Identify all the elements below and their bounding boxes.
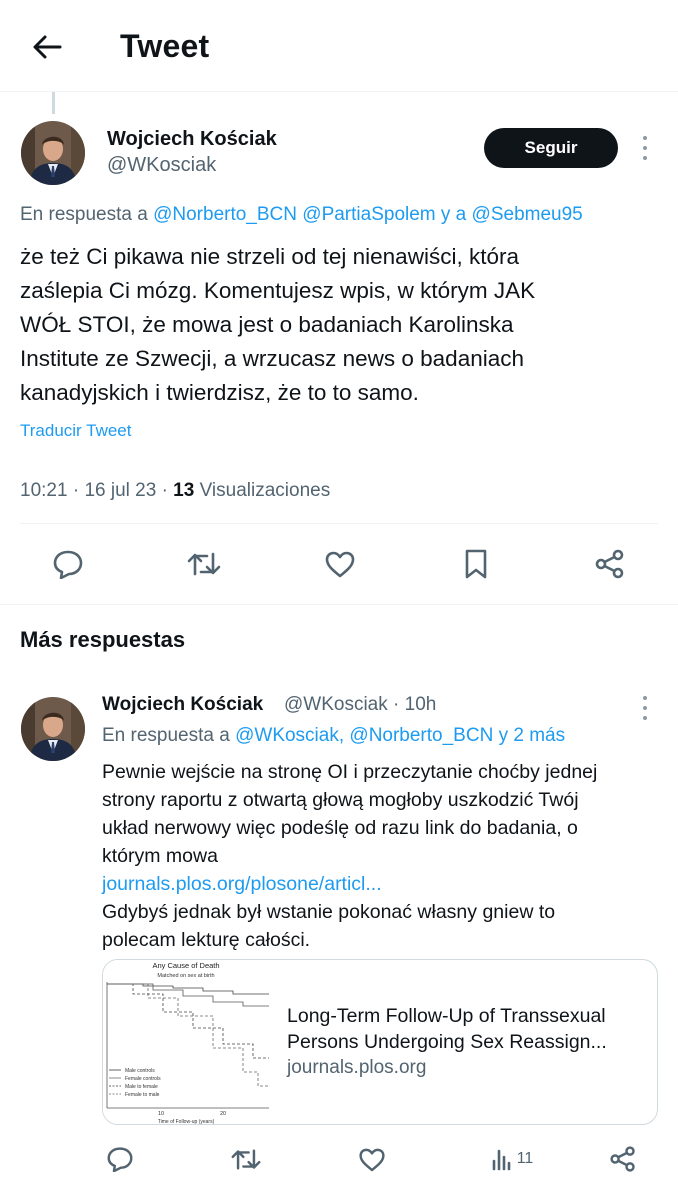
tweet-text-line: Institute ze Szwecji, a wrzucasz news o … — [20, 346, 524, 371]
retweet-button[interactable] — [226, 1142, 266, 1176]
divider — [20, 523, 658, 524]
article-link[interactable]: journals.plos.org/plosone/articl... — [102, 870, 647, 898]
survival-chart-thumbnail: Any Cause of Death Matched on sex at bir… — [103, 960, 269, 1125]
share-button[interactable] — [603, 1142, 643, 1176]
reply-text-line: polecam lekturę całości. — [102, 929, 311, 951]
separator-dot: · — [393, 694, 400, 715]
tweet-time: 10:21 — [20, 480, 68, 501]
thumb-tick: 10 — [158, 1111, 164, 1117]
avatar-image — [21, 121, 85, 185]
reply-prefix: En respuesta a — [102, 725, 230, 746]
tweet-text-line: zaślepia Ci mózg. Komentujesz wpis, w kt… — [20, 278, 536, 303]
more-options-icon[interactable] — [638, 696, 652, 720]
reply-text-line: układ nerwowy więc podeślę od razu link … — [102, 817, 578, 839]
thumb-legend-item: Male to female — [125, 1084, 158, 1090]
author-name[interactable]: Wojciech Kościak — [107, 128, 277, 151]
thumb-legend-item: Female controls — [125, 1076, 161, 1082]
tweet-date: 16 jul 23 — [84, 480, 157, 501]
tweet-text: że też Ci pikawa nie strzeli od tej nien… — [20, 240, 660, 410]
views-icon — [492, 1149, 510, 1171]
follow-button[interactable]: Seguir — [484, 128, 618, 168]
link-preview-card[interactable]: Any Cause of Death Matched on sex at bir… — [102, 959, 658, 1125]
retweet-icon — [231, 1148, 261, 1170]
reply-icon — [53, 550, 83, 579]
bookmark-button[interactable] — [456, 546, 496, 582]
reply-text-line: strony raportu z otwartą głową mogłoby u… — [102, 789, 579, 811]
mention-more-link[interactable]: y 2 más — [499, 725, 566, 746]
mention-link[interactable]: @WKosciak, @Norberto_BCN — [235, 725, 493, 746]
mention-link[interactable]: @Norberto_BCN — [153, 204, 297, 225]
tweet-text-line: WÓŁ STOI, że mowa jest o badaniach Karol… — [20, 312, 514, 337]
thumb-subtitle: Matched on sex at birth — [157, 973, 214, 979]
card-thumbnail: Any Cause of Death Matched on sex at bir… — [103, 960, 269, 1125]
share-icon — [610, 1146, 635, 1172]
avatar[interactable] — [21, 121, 85, 185]
like-button[interactable] — [352, 1142, 392, 1176]
more-options-icon[interactable] — [638, 136, 652, 160]
thumb-legend-item: Male controls — [125, 1068, 155, 1074]
reply-text: Pewnie wejście na stronę OI i przeczytan… — [102, 758, 647, 954]
tweet-metadata: 10:21 · 16 jul 23 · 13 Visualizaciones — [20, 480, 331, 501]
mention-joiner: y a — [440, 204, 467, 225]
mention-link[interactable]: @PartiaSpolem — [302, 204, 435, 225]
section-divider — [0, 604, 678, 605]
reply-button[interactable] — [48, 546, 88, 582]
reply-handle-time: @WKosciak · 10h — [284, 694, 436, 716]
card-domain: journals.plos.org — [287, 1057, 427, 1078]
thumb-legend-item: Female to male — [125, 1092, 160, 1098]
reply-text-line: Pewnie wejście na stronę OI i przeczytan… — [102, 761, 598, 783]
mention-link[interactable]: @Sebmeu95 — [472, 204, 583, 225]
arrow-left-icon — [33, 35, 62, 59]
like-icon — [359, 1148, 385, 1171]
card-title: Long-Term Follow-Up of Transsexual Perso… — [287, 1003, 643, 1055]
like-icon — [325, 551, 355, 578]
author-handle[interactable]: @WKosciak — [107, 154, 216, 177]
card-info: Long-Term Follow-Up of Transsexual Perso… — [269, 960, 657, 1124]
card-title-line: Long-Term Follow-Up of Transsexual — [287, 1005, 606, 1027]
retweet-icon — [187, 552, 221, 576]
avatar-image — [21, 697, 85, 761]
reply-icon — [107, 1147, 133, 1172]
back-button[interactable] — [30, 30, 64, 64]
reply-context: En respuesta a @WKosciak, @Norberto_BCN … — [102, 725, 565, 747]
thumb-title: Any Cause of Death — [152, 961, 219, 970]
like-button[interactable] — [320, 546, 360, 582]
share-button[interactable] — [590, 546, 630, 582]
share-icon — [595, 549, 624, 579]
retweet-button[interactable] — [184, 546, 224, 582]
avatar[interactable] — [21, 697, 85, 761]
thread-connector-line — [52, 92, 55, 114]
page-title: Tweet — [120, 28, 210, 64]
reply-text-line: którym mowa — [102, 845, 218, 867]
tweet-text-line: że też Ci pikawa nie strzeli od tej nien… — [20, 244, 519, 269]
reply-text-line: Gdybyś jednak był wstanie pokonać własny… — [102, 901, 556, 923]
reply-context: En respuesta a @Norberto_BCN @PartiaSpol… — [20, 204, 583, 226]
card-title-line: Persons Undergoing Sex Reassign... — [287, 1031, 607, 1053]
views-label: Visualizaciones — [199, 480, 331, 501]
reply-time[interactable]: 10h — [405, 694, 437, 715]
top-app-bar: Tweet — [0, 0, 678, 92]
thumb-tick: 20 — [220, 1111, 226, 1117]
tweet-text-line: kanadyjskich i twierdzisz, że to to samo… — [20, 380, 419, 405]
reply-button[interactable] — [100, 1142, 140, 1176]
views-button[interactable]: 11 — [482, 1142, 542, 1176]
views-count: 13 — [173, 480, 195, 501]
thumb-xlabel: Time of Follow-up (years) — [158, 1119, 215, 1125]
translate-link[interactable]: Traducir Tweet — [20, 421, 132, 441]
reply-author-handle[interactable]: @WKosciak — [284, 694, 388, 715]
bookmark-icon — [465, 549, 487, 579]
views-count: 11 — [516, 1150, 534, 1167]
more-replies-heading: Más respuestas — [20, 627, 186, 652]
reply-prefix: En respuesta a — [20, 204, 148, 225]
reply-author-name[interactable]: Wojciech Kościak — [102, 694, 263, 716]
